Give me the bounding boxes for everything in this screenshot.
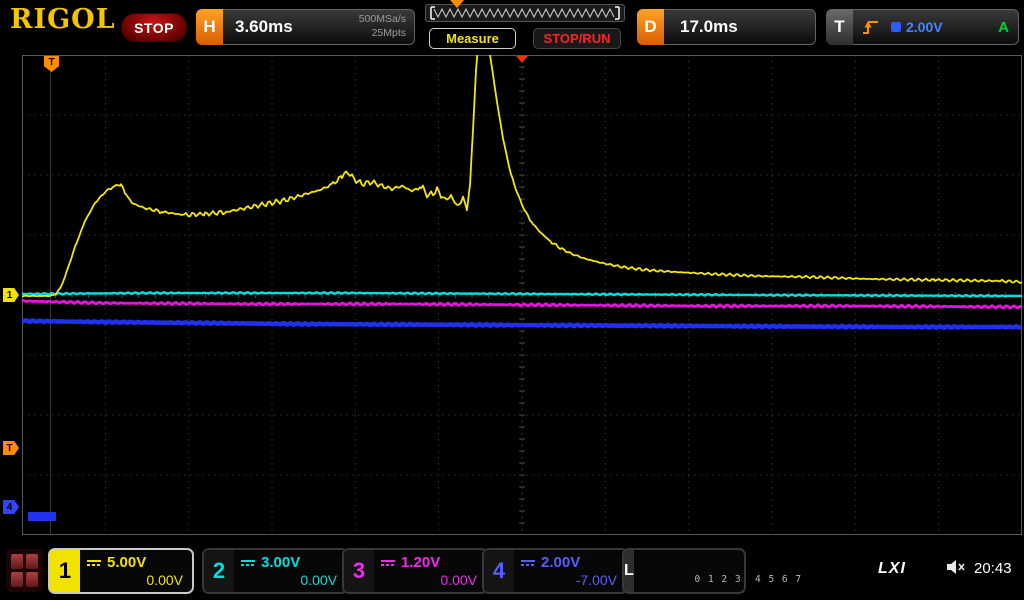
ch2-coupling-icon <box>241 560 255 566</box>
channel2-info: 3.00V 0.00V <box>234 550 346 592</box>
channel2-scale: 3.00V <box>261 554 300 571</box>
memory-depth: 25Mpts <box>372 27 406 39</box>
measure-button[interactable]: Measure <box>429 28 516 49</box>
channel4-status[interactable]: 4 2.00V -7.00V <box>482 548 628 594</box>
sound-muted-icon <box>946 559 966 575</box>
channel1-info: 5.00V 0.00V <box>80 550 192 592</box>
ch1-coupling-icon <box>87 560 101 566</box>
logic-row1: 0 1 2 3 4 5 6 7 <box>695 574 803 585</box>
stop-run-button[interactable]: STOP/RUN <box>533 28 621 49</box>
menu-grid-icon[interactable] <box>6 549 43 592</box>
ch1-position-marker[interactable]: 1 <box>3 288 19 302</box>
clock: 20:43 <box>974 560 1012 577</box>
ch4-position-marker[interactable]: 4 <box>3 500 19 514</box>
delay-box: 17.0ms <box>664 9 816 45</box>
trigger-mode: A <box>998 19 1009 36</box>
channel3-status[interactable]: 3 1.20V 0.00V <box>342 548 488 594</box>
channel3-number: 3 <box>344 550 374 592</box>
trigger-slope-icon <box>861 18 881 36</box>
channel2-number: 2 <box>204 550 234 592</box>
channel2-status[interactable]: 2 3.00V 0.00V <box>202 548 348 594</box>
oscilloscope-screen: RIGOL STOP H 3.60ms 500MSa/s 25Mpts Meas… <box>0 0 1024 600</box>
top-status-bar: RIGOL STOP H 3.60ms 500MSa/s 25Mpts Meas… <box>0 0 1024 52</box>
trigger-level-marker[interactable]: T <box>3 441 19 455</box>
horizontal-box: 3.60ms 500MSa/s 25Mpts <box>223 9 415 45</box>
sample-rate: 500MSa/s <box>359 13 406 25</box>
delay-label: D <box>637 9 664 45</box>
trigger-label: T <box>826 9 853 45</box>
channel4-offset: -7.00V <box>521 572 617 588</box>
logic-analyzer-status[interactable]: L 0 1 2 3 4 5 6 7 8 9 1011 12131415 <box>622 548 746 594</box>
channel4-info: 2.00V -7.00V <box>514 550 626 592</box>
horizontal-label: H <box>196 9 223 45</box>
channel1-offset: 0.00V <box>87 572 183 588</box>
channel1-status[interactable]: 1 5.00V 0.00V <box>48 548 194 594</box>
waveform-canvas <box>22 55 1022 535</box>
delay-value: 17.0ms <box>680 17 738 37</box>
run-state-badge: STOP <box>121 13 187 42</box>
channel4-number: 4 <box>484 550 514 592</box>
channel3-info: 1.20V 0.00V <box>374 550 486 592</box>
channel3-offset: 0.00V <box>381 572 477 588</box>
channel1-scale: 5.00V <box>107 554 146 571</box>
waveform-display-area: T 1 T 4 <box>0 52 1024 544</box>
delay-group: D 17.0ms <box>637 9 816 45</box>
ch3-coupling-icon <box>381 560 395 566</box>
trigger-box: 2.00V A <box>853 9 1019 45</box>
channel1-number: 1 <box>50 550 80 592</box>
timebase-scale: 3.60ms <box>235 17 293 37</box>
memory-trigger-position-icon <box>450 0 464 8</box>
channel3-scale: 1.20V <box>401 554 440 571</box>
lxi-logo: LXI <box>878 560 906 578</box>
ch4-offscreen-indicator <box>28 512 56 521</box>
bottom-status-bar: 1 5.00V 0.00V 2 3.00V 0.00V 3 <box>0 544 1024 600</box>
trigger-source-icon <box>891 22 901 32</box>
acquisition-info: 500MSa/s 25Mpts <box>359 13 406 40</box>
rigol-logo: RIGOL <box>10 4 116 35</box>
horizontal-timebase-group: H 3.60ms 500MSa/s 25Mpts <box>196 9 415 45</box>
channel2-offset: 0.00V <box>241 572 337 588</box>
channel4-scale: 2.00V <box>541 554 580 571</box>
trigger-level: 2.00V <box>906 19 943 35</box>
logic-channel-list: 0 1 2 3 4 5 6 7 8 9 1011 12131415 <box>634 550 813 592</box>
logic-label: L <box>624 550 634 592</box>
trigger-group: T 2.00V A <box>826 9 1019 45</box>
ch4-coupling-icon <box>521 560 535 566</box>
center-reference-icon <box>516 56 528 63</box>
